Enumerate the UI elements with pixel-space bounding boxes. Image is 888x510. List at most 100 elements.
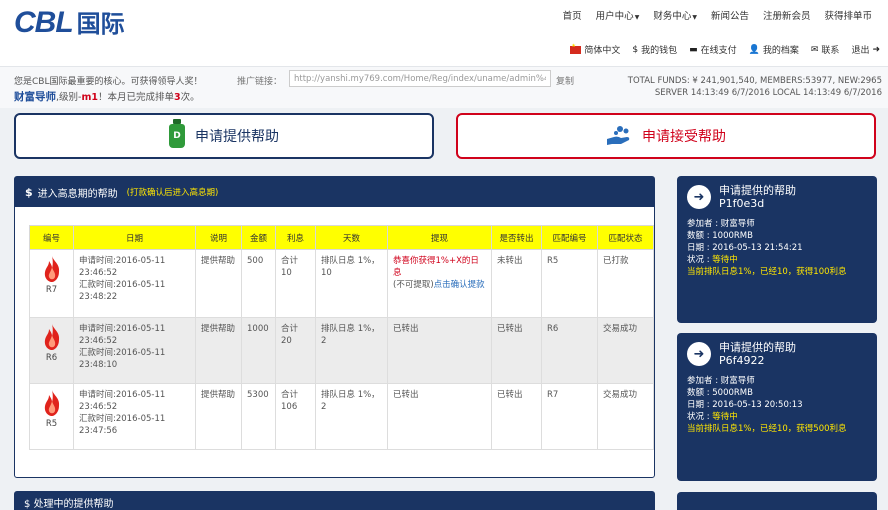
processing-panel-header: $ 处理中的提供帮助 bbox=[14, 491, 655, 510]
hand-coins-icon bbox=[607, 126, 630, 145]
col-days: 天数 bbox=[315, 225, 388, 250]
card-amount: 数额 : 1000RMB bbox=[687, 231, 753, 241]
logo-latin: CBL bbox=[14, 6, 74, 39]
mentor-title: 财富导师 bbox=[14, 91, 56, 103]
card-participant: 参加者 : 财富导师 bbox=[687, 376, 755, 386]
mentor-status: 财富导师,级别-m1！本月已完成排单3次。 bbox=[14, 91, 200, 103]
stats-funds: TOTAL FUNDS: ¥ 241,901,540, MEMBERS:5397… bbox=[627, 76, 882, 86]
status-badge: 等待中 bbox=[712, 255, 738, 265]
nav-item-home[interactable]: 首页 bbox=[563, 8, 582, 22]
row-interest-cell: 合计 10 bbox=[275, 249, 316, 318]
row-desc-cell: 提供帮助 bbox=[195, 249, 242, 318]
receive-help-button[interactable]: 申请接受帮助 bbox=[456, 113, 876, 159]
user-icon: 👤 bbox=[748, 44, 760, 55]
request-card[interactable]: ➜ 申请提供的帮助 P1f0e3d 参加者 : 财富导师 数额 : 1000RM… bbox=[677, 176, 877, 323]
contact-link[interactable]: ✉ 联系 bbox=[810, 43, 840, 57]
request-card-partial[interactable] bbox=[677, 492, 877, 510]
row-match-status-cell: 交易成功 bbox=[597, 383, 654, 450]
provide-help-button[interactable]: D 申请提供帮助 bbox=[14, 113, 434, 159]
dollar-icon: $ bbox=[25, 185, 33, 199]
flame-icon bbox=[44, 256, 59, 282]
card-header: ➜ 申请提供的帮助 P1f0e3d bbox=[687, 184, 867, 210]
profile-link[interactable]: 👤 我的档案 bbox=[748, 43, 799, 57]
china-flag-icon bbox=[570, 43, 582, 54]
table-row: R6 申请时间:2016-05-11 23:46:52 汇款时间:2016-05-… bbox=[29, 317, 654, 384]
card-amount: 数额 : 5000RMB bbox=[687, 388, 753, 398]
request-card[interactable]: ➜ 申请提供的帮助 P6f4922 参加者 : 财富导师 数额 : 5000RM… bbox=[677, 333, 877, 481]
withdraw-locked: (不可提取) bbox=[393, 280, 434, 290]
bottle-icon: D bbox=[169, 119, 185, 148]
arrow-circle-right-icon: ➜ bbox=[687, 185, 711, 209]
nav-item-news[interactable]: 新闻公告 bbox=[711, 8, 749, 22]
status-badge: 等待中 bbox=[712, 412, 738, 422]
nav-item-register[interactable]: 注册新会员 bbox=[763, 8, 811, 22]
card-title: 申请提供的帮助 bbox=[719, 341, 796, 354]
processing-panel-title: 处理中的提供帮助 bbox=[33, 499, 114, 510]
nav-item-get-coins[interactable]: 获得排单币 bbox=[824, 8, 872, 22]
confirm-withdraw-link[interactable]: 点击确认提款 bbox=[434, 280, 485, 290]
site-stats: TOTAL FUNDS: ¥ 241,901,540, MEMBERS:5397… bbox=[628, 75, 882, 99]
row-transfer-cell: 已转出 bbox=[491, 383, 542, 450]
col-id: 编号 bbox=[29, 225, 74, 250]
card-icon: ▬ bbox=[689, 44, 698, 55]
row-days-cell: 排队日息 1%，2 bbox=[315, 383, 388, 450]
row-days-cell: 排队日息 1%，10 bbox=[315, 249, 388, 318]
row-desc-cell: 提供帮助 bbox=[195, 383, 242, 450]
help-table: 编号 日期 说明 金额 利息 天数 提现 是否转出 匹配编号 匹配状态 R7 申… bbox=[29, 225, 654, 450]
withdraw-notice: 恭喜你获得1%+X的日息 bbox=[393, 256, 479, 278]
col-date: 日期 bbox=[73, 225, 196, 250]
row-date-cell: 申请时间:2016-05-11 23:46:52 汇款时间:2016-05-11 … bbox=[73, 317, 196, 384]
table-row: R5 申请时间:2016-05-11 23:46:52 汇款时间:2016-05-… bbox=[29, 383, 654, 450]
language-selector[interactable]: 简体中文 bbox=[570, 43, 620, 56]
table-header-row: 编号 日期 说明 金额 利息 天数 提现 是否转出 匹配编号 匹配状态 bbox=[29, 225, 654, 250]
top-header: CBL 国际 首页 用户中心▼ 财务中心▼ 新闻公告 注册新会员 获得排单币 简… bbox=[0, 0, 888, 66]
card-note: 当前排队日息1%，已经10，获得100利息 bbox=[687, 267, 847, 277]
card-title: 申请提供的帮助 bbox=[719, 184, 796, 197]
col-match-id: 匹配编号 bbox=[541, 225, 598, 250]
nav-item-finance-center[interactable]: 财务中心▼ bbox=[653, 8, 697, 22]
main-nav: 首页 用户中心▼ 财务中心▼ 新闻公告 注册新会员 获得排单币 bbox=[563, 8, 872, 22]
row-transfer-cell: 未转出 bbox=[491, 249, 542, 318]
logout-link[interactable]: 退出 ➜ bbox=[851, 43, 880, 57]
panel-title: 进入高息期的帮助 bbox=[37, 188, 118, 200]
mentor-count: 3 bbox=[173, 92, 181, 103]
card-header: ➜ 申请提供的帮助 P6f4922 bbox=[687, 341, 867, 367]
card-code: P6f4922 bbox=[719, 354, 765, 367]
col-amount: 金额 bbox=[241, 225, 276, 250]
caret-down-icon: ▼ bbox=[692, 14, 697, 21]
mentor-level: m1 bbox=[81, 92, 98, 103]
envelope-icon: ✉ bbox=[810, 44, 819, 55]
row-match-status-cell: 已打款 bbox=[597, 249, 654, 318]
welcome-text: 您是CBL国际最重要的核心。可获得领导人奖！ bbox=[14, 77, 203, 87]
utility-nav: 简体中文 $我的钱包 ▬在线支付 👤我的档案 ✉联系 退出➜ bbox=[570, 43, 880, 56]
logo-chinese: 国际 bbox=[76, 10, 125, 38]
col-withdraw: 提现 bbox=[387, 225, 492, 250]
flame-icon bbox=[44, 390, 59, 416]
row-amount-cell: 1000 bbox=[241, 317, 276, 384]
row-id-cell: R6 bbox=[29, 317, 74, 384]
online-pay-link[interactable]: ▬ 在线支付 bbox=[689, 43, 737, 57]
caret-down-icon: ▼ bbox=[634, 14, 640, 21]
referral-link-input[interactable] bbox=[289, 70, 551, 87]
dollar-icon: $ bbox=[24, 499, 31, 510]
table-row: R7 申请时间:2016-05-11 23:46:52 汇款时间:2016-05-… bbox=[29, 249, 654, 318]
row-amount-cell: 500 bbox=[241, 249, 276, 318]
brand-logo[interactable]: CBL 国际 bbox=[14, 4, 125, 40]
stats-server-time: SERVER 14:13:49 6/7/2016 LOCAL 14:13:49 … bbox=[654, 88, 882, 98]
card-status: 状况 : 等待中 bbox=[687, 255, 738, 265]
col-transfer: 是否转出 bbox=[491, 225, 542, 250]
card-date: 日期 : 2016-05-13 21:54:21 bbox=[687, 243, 803, 253]
card-note: 当前排队日息1%，已经10，获得500利息 bbox=[687, 424, 847, 434]
copy-button[interactable]: 复制 bbox=[556, 74, 574, 87]
row-amount-cell: 5300 bbox=[241, 383, 276, 450]
panel-note: (打款确认后进入高息期) bbox=[126, 188, 219, 198]
row-interest-cell: 合计 20 bbox=[275, 317, 316, 384]
nav-item-user-center[interactable]: 用户中心▼ bbox=[596, 8, 640, 22]
row-transfer-cell: 已转出 bbox=[491, 317, 542, 384]
row-id-cell: R5 bbox=[29, 383, 74, 450]
arrow-right-icon: ➜ bbox=[872, 44, 880, 55]
wallet-link[interactable]: $ 我的钱包 bbox=[632, 43, 677, 57]
panel-header: $ 进入高息期的帮助 (打款确认后进入高息期) bbox=[15, 177, 654, 207]
row-id-cell: R7 bbox=[29, 249, 74, 318]
dollar-icon: $ bbox=[632, 44, 639, 55]
